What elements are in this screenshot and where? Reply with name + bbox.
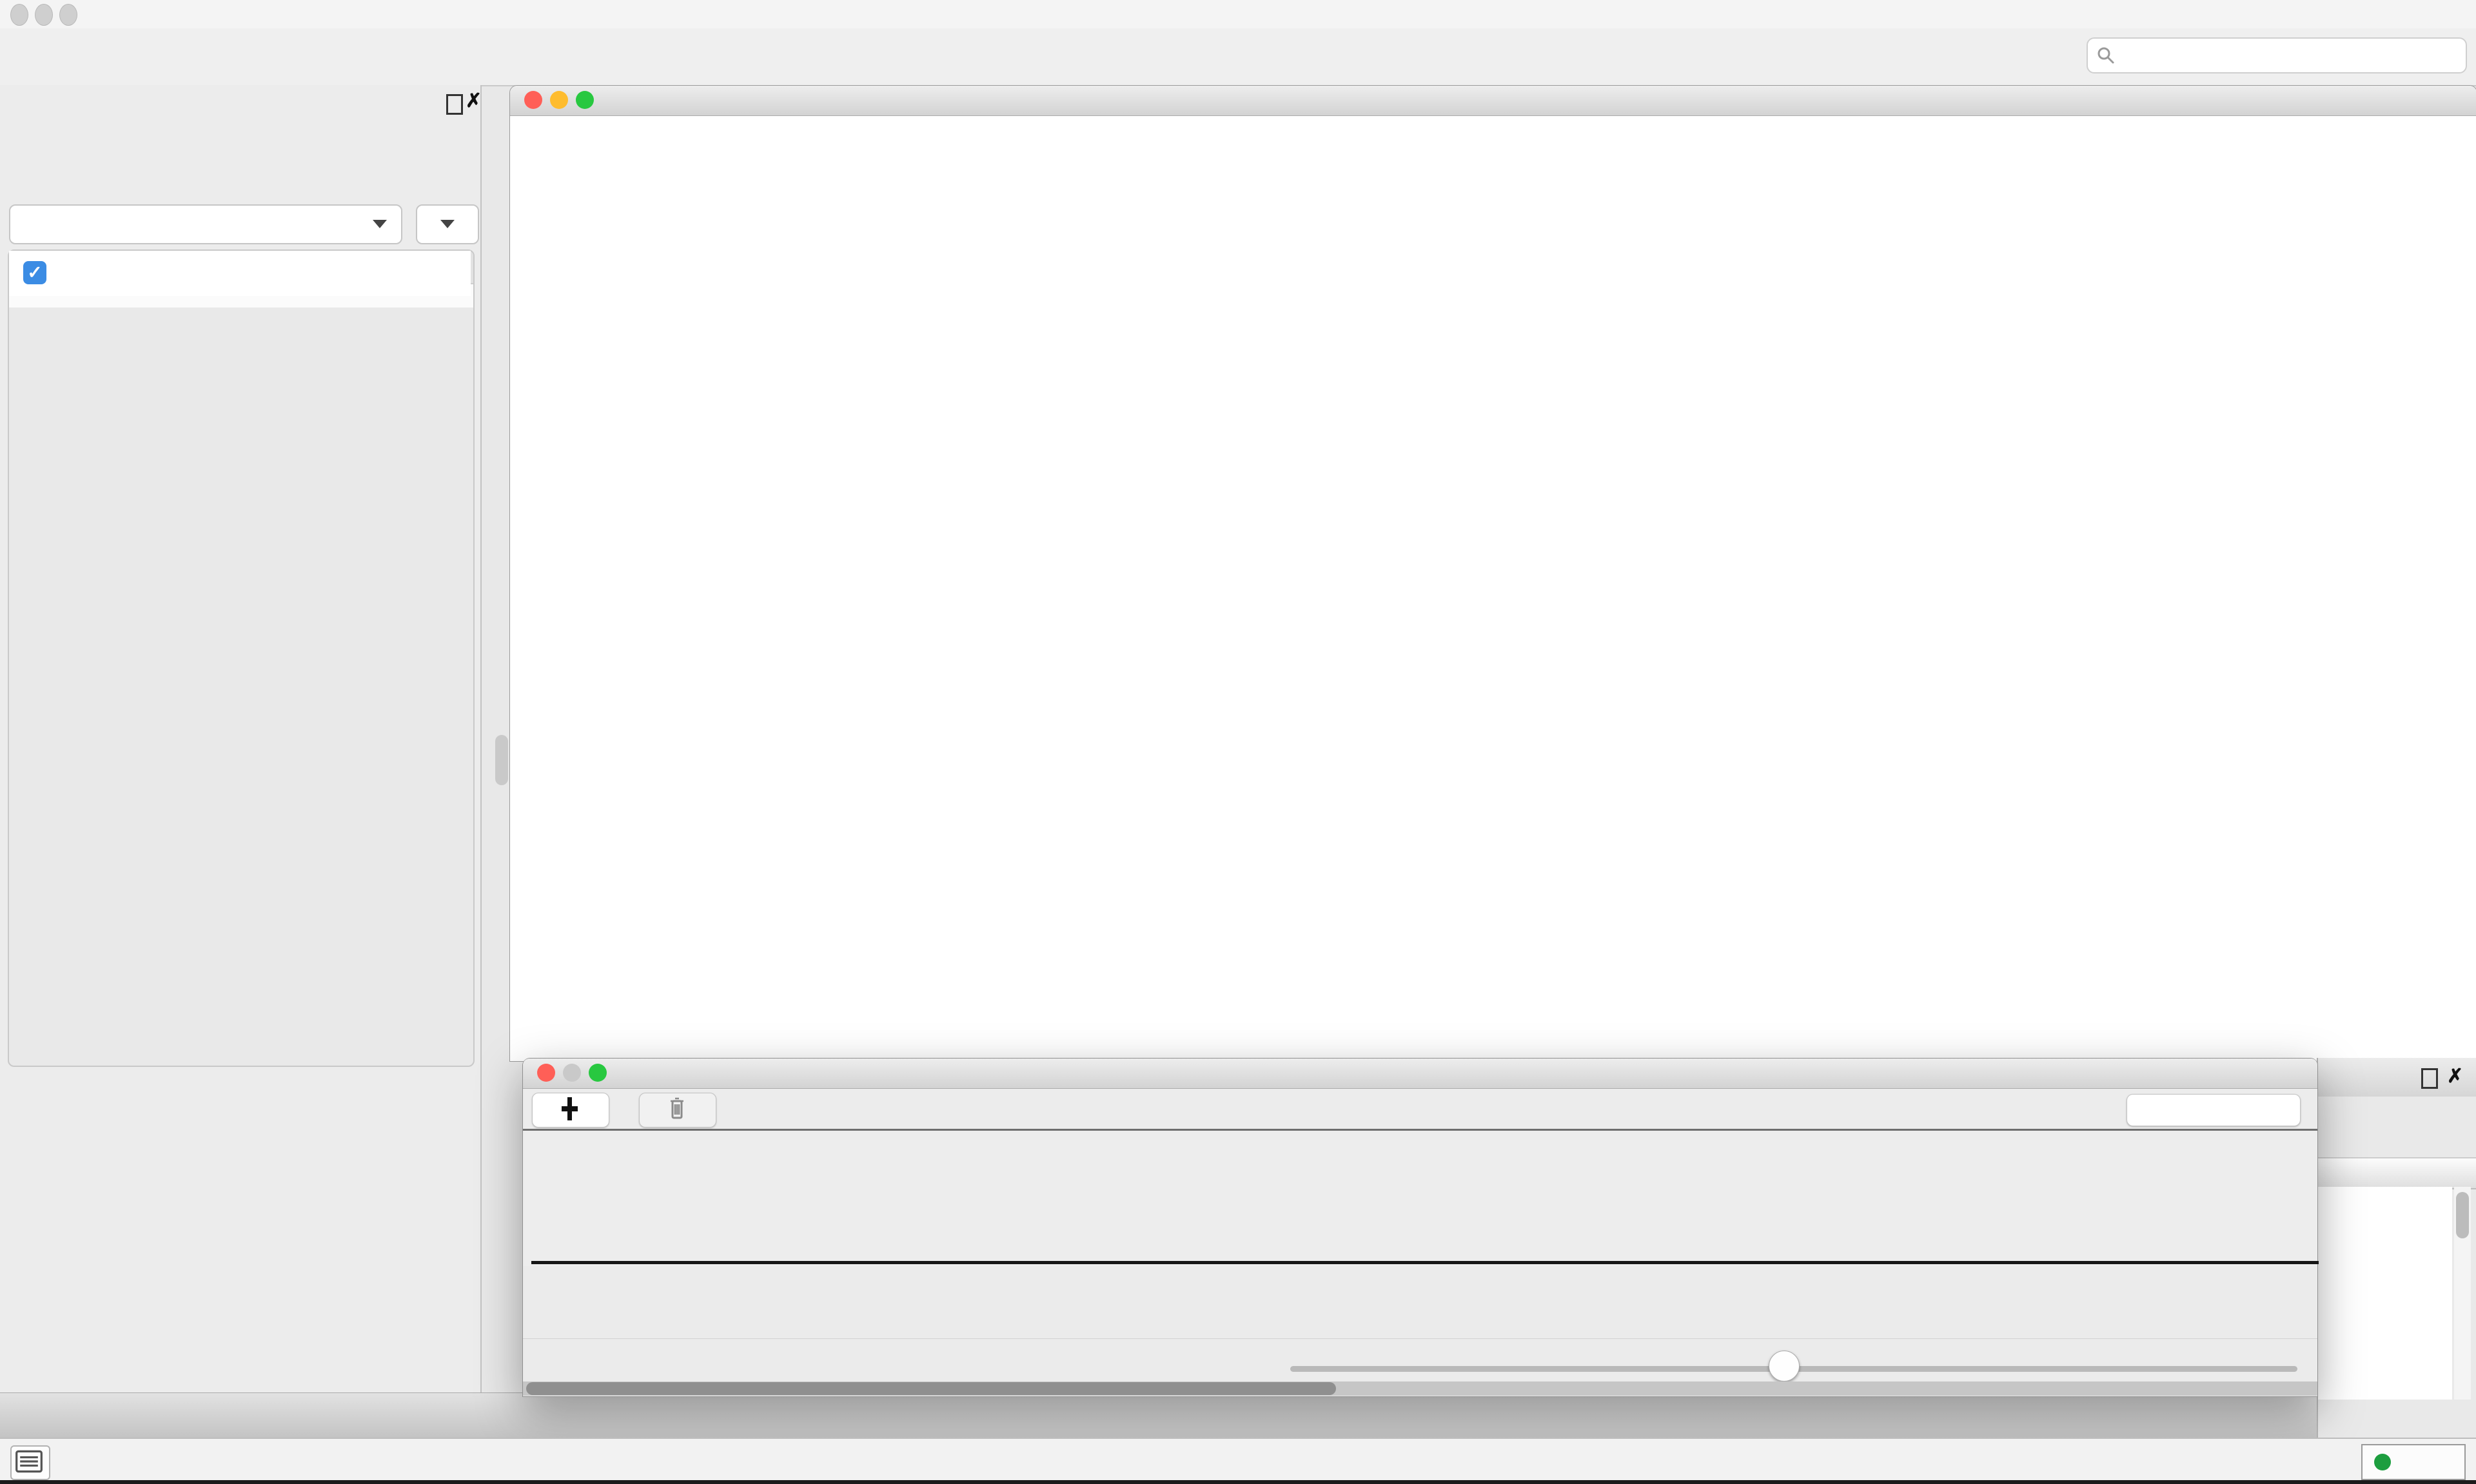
table-browser-panel: ✗ (2317, 1058, 2476, 1438)
table-scrollbar-thumb[interactable] (2456, 1192, 2469, 1238)
cyanimator-hscrollbar[interactable] (523, 1381, 2317, 1396)
table-panel-topbar: ✗ (2318, 1058, 2476, 1097)
style-options-button[interactable] (416, 204, 479, 244)
close-icon[interactable] (524, 91, 542, 109)
window-minimize-icon[interactable] (35, 4, 53, 26)
cyanimator-titlebar[interactable] (523, 1059, 2317, 1089)
network-window-titlebar[interactable] (510, 86, 2476, 116)
status-bar (0, 1438, 2476, 1481)
table-header-row[interactable] (2318, 1157, 2476, 1189)
search-icon (2097, 46, 2115, 64)
close-icon[interactable] (537, 1064, 555, 1082)
memory-button[interactable] (2361, 1444, 2466, 1480)
table-body (2318, 1187, 2452, 1400)
list-icon (12, 1447, 46, 1476)
close-panel-icon[interactable]: ✗ (466, 92, 482, 111)
clear-all-frames-button[interactable] (2127, 1094, 2301, 1126)
float-panel-icon[interactable] (2421, 1068, 2438, 1089)
search-input[interactable] (2121, 41, 2453, 68)
mac-menubar (0, 0, 2476, 28)
playback-controls (523, 1338, 2317, 1381)
screen-edge (0, 1480, 2476, 1484)
chevron-down-icon (373, 220, 387, 228)
minimize-icon[interactable] (550, 91, 568, 109)
lock-row: ✓ (9, 251, 471, 296)
properties-panel: ✓ (8, 249, 475, 1067)
add-frame-button[interactable] (532, 1093, 609, 1128)
network-view-window (509, 85, 2476, 1062)
memory-status-icon (2374, 1454, 2391, 1470)
zoom-icon[interactable] (576, 91, 594, 109)
control-panel-scrollbar[interactable] (495, 735, 508, 785)
table-scrollbar[interactable] (2454, 1187, 2471, 1400)
lock-checkbox[interactable]: ✓ (23, 261, 46, 284)
close-panel-icon[interactable]: ✗ (2447, 1067, 2463, 1086)
cyanimator-window (522, 1058, 2318, 1397)
table-panel-strip (0, 1392, 2476, 1438)
cyanimator-toolbar (523, 1089, 2317, 1131)
window-zoom-icon[interactable] (59, 4, 77, 26)
window-close-icon[interactable] (10, 4, 28, 26)
float-panel-icon[interactable] (446, 94, 463, 115)
chevron-down-icon (440, 220, 455, 228)
frames-timeline (523, 1131, 2317, 1266)
delete-frame-button[interactable] (639, 1093, 716, 1128)
search-box[interactable] (2087, 37, 2467, 73)
control-panel-tabs (0, 143, 480, 179)
hscrollbar-thumb[interactable] (526, 1382, 1336, 1395)
trash-icon (640, 1093, 713, 1124)
style-selector[interactable] (9, 204, 402, 244)
zoom-icon[interactable] (589, 1064, 607, 1082)
minimize-icon (563, 1064, 581, 1082)
main-toolbar (0, 28, 2476, 86)
checkbox-check-icon: ✓ (27, 262, 42, 282)
control-panel: ✗ ✓ (0, 85, 482, 1392)
slider-handle[interactable] (1769, 1351, 1800, 1381)
network-canvas[interactable] (510, 116, 2476, 1061)
timeline-axis (531, 1261, 2319, 1264)
plus-icon (533, 1093, 606, 1124)
automation-panel-button[interactable] (10, 1445, 50, 1480)
